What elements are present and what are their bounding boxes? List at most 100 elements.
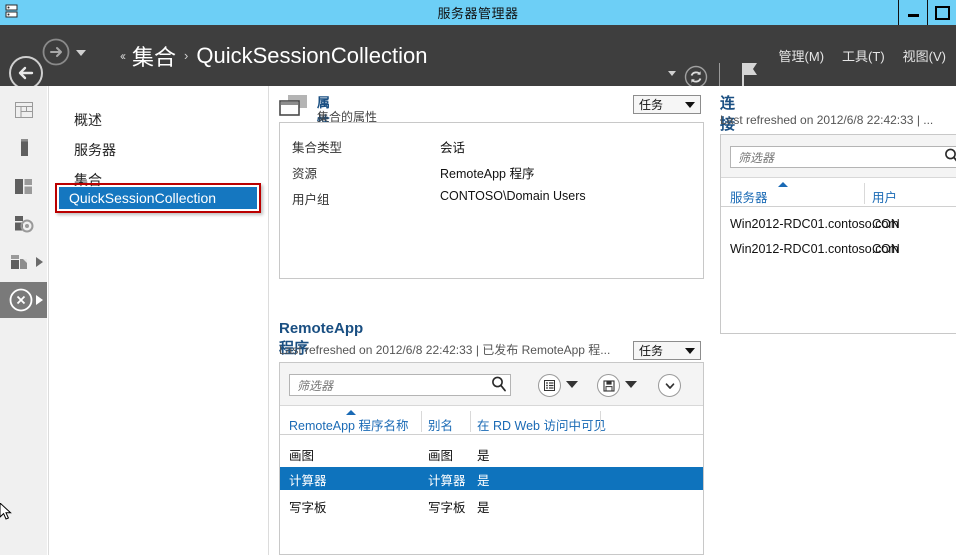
- header-bar: ‹‹ 集合 › QuickSessionCollection 管理(M) 工具(…: [0, 25, 956, 90]
- cell-alias: 计算器: [428, 474, 466, 488]
- connections-column-server[interactable]: 服务器: [730, 187, 768, 206]
- rail-item-remote-desktop-services[interactable]: [0, 282, 47, 318]
- properties-box: 集合类型 会话 资源 RemoteApp 程序 用户组 CONTOSO\Doma…: [279, 122, 704, 279]
- breadcrumb: ‹‹ 集合 › QuickSessionCollection: [120, 25, 427, 86]
- icon-rail: [0, 86, 47, 555]
- remoteapp-column-name[interactable]: RemoteApp 程序名称: [289, 415, 408, 434]
- column-separator-2[interactable]: [470, 411, 471, 432]
- collections-expand-icon[interactable]: [36, 257, 43, 267]
- remoteapp-box: 筛选器 RemoteApp 程序名称 别名 在 RD Web 访问中可见 画图 …: [279, 362, 704, 555]
- column-separator-1[interactable]: [421, 411, 422, 432]
- property-label-resource: 资源: [292, 167, 318, 181]
- remoteapp-sort-ascending-icon: [346, 410, 356, 415]
- remoteapp-header-underline: [280, 434, 703, 435]
- breadcrumb-overflow-icon[interactable]: ‹‹: [120, 49, 126, 63]
- minimize-button[interactable]: [898, 0, 927, 25]
- minimize-icon: [907, 14, 919, 17]
- content-area: 属性 集合的属性 任务 集合类型 会话 资源 RemoteApp 程序 用户组 …: [269, 86, 956, 555]
- properties-icon: [279, 94, 309, 125]
- table-row[interactable]: Win2012-RDC01.contoso.com CON: [721, 214, 956, 236]
- breadcrumb-item-current[interactable]: QuickSessionCollection: [196, 43, 427, 69]
- breadcrumb-separator-icon: ›: [184, 48, 189, 63]
- maximize-button[interactable]: [927, 0, 956, 25]
- remoteapp-tasks-button[interactable]: 任务: [633, 341, 701, 360]
- rail-item-collections[interactable]: [0, 244, 47, 280]
- remoteapp-save-query-button[interactable]: [597, 374, 620, 397]
- breadcrumb-item-collections[interactable]: 集合: [132, 40, 176, 72]
- connections-filter-input[interactable]: 筛选器: [730, 146, 956, 168]
- properties-tasks-button[interactable]: 任务: [633, 95, 701, 114]
- local-server-icon: [20, 139, 28, 156]
- column-separator-3[interactable]: [600, 411, 601, 432]
- remoteapp-column-alias[interactable]: 别名: [428, 415, 453, 434]
- nav-item-servers[interactable]: 服务器: [74, 140, 116, 160]
- table-row[interactable]: 写字板 写字板 是: [280, 494, 703, 516]
- window-controls: [898, 0, 956, 25]
- remoteapp-query-filter-caret-icon[interactable]: [566, 381, 578, 388]
- all-servers-icon: [14, 179, 32, 194]
- table-row[interactable]: 计算器 计算器 是: [280, 467, 703, 490]
- properties-tasks-label: 任务: [639, 98, 664, 112]
- cell-visible: 是: [477, 474, 490, 488]
- rail-item-all-servers[interactable]: [0, 168, 47, 204]
- property-label-collection-type: 集合类型: [292, 141, 343, 155]
- rail-item-dashboard[interactable]: [0, 92, 47, 128]
- connections-header-underline: [721, 206, 956, 207]
- connections-column-user[interactable]: 用户: [872, 187, 897, 206]
- table-row[interactable]: Win2012-RDC01.contoso.com CON: [721, 239, 956, 261]
- table-row[interactable]: 画图 画图 是: [280, 442, 703, 464]
- breadcrumb-more-icon[interactable]: [668, 71, 676, 76]
- cell-alias: 写字板: [428, 501, 466, 515]
- remote-desktop-expand-icon[interactable]: [36, 295, 43, 305]
- cell-name: 画图: [289, 449, 315, 463]
- connections-column-separator-1[interactable]: [864, 183, 865, 204]
- menu-manage[interactable]: 管理(M): [779, 46, 825, 65]
- remoteapp-column-rdweb-visible[interactable]: 在 RD Web 访问中可见: [477, 415, 606, 434]
- collections-icon: [11, 255, 27, 269]
- menu-view[interactable]: 视图(V): [903, 46, 946, 65]
- cell-alias: 画图: [428, 449, 454, 463]
- connections-search-icon[interactable]: [943, 147, 956, 170]
- connections-filter-placeholder: 筛选器: [738, 150, 775, 165]
- menu-tools[interactable]: 工具(T): [842, 46, 885, 65]
- cell-user: CON: [872, 242, 900, 256]
- remoteapp-panel-subtitle: Last refreshed on 2012/6/8 22:42:33 | 已发…: [279, 343, 611, 357]
- dashboard-icon: [14, 102, 33, 118]
- property-value-resource: RemoteApp 程序: [440, 167, 535, 181]
- nav-item-overview[interactable]: 概述: [74, 110, 102, 130]
- connections-box: 筛选器 服务器 用户 Win2012-RDC01.contoso.com CON…: [720, 134, 956, 334]
- remoteapp-filter-input[interactable]: 筛选器: [289, 374, 511, 396]
- history-dropdown-icon[interactable]: [76, 50, 86, 56]
- cell-user: CON: [872, 217, 900, 231]
- cell-name: 计算器: [289, 474, 327, 488]
- rail-item-local-server[interactable]: [0, 130, 47, 166]
- connections-sort-ascending-icon: [778, 182, 788, 187]
- mouse-cursor: [0, 502, 14, 523]
- file-services-icon: [14, 216, 33, 233]
- app-icon: [2, 2, 22, 22]
- server-manager-window: 服务器管理器 ‹‹ 集合 › QuickSessionCollection 管理…: [0, 0, 956, 555]
- rail-item-file-storage-services[interactable]: [0, 206, 47, 242]
- remoteapp-expand-button[interactable]: [658, 374, 681, 397]
- cell-visible: 是: [477, 501, 490, 515]
- remoteapp-search-icon[interactable]: [490, 375, 508, 398]
- maximize-icon: [934, 5, 950, 20]
- header-menu-bar: 管理(M) 工具(T) 视图(V): [779, 25, 946, 86]
- property-value-user-group: CONTOSO\Domain Users: [440, 189, 586, 203]
- remoteapp-filter-placeholder: 筛选器: [297, 378, 334, 393]
- window-title: 服务器管理器: [437, 6, 519, 21]
- forward-button[interactable]: [42, 38, 70, 66]
- cell-visible: 是: [477, 449, 490, 463]
- cell-name: 写字板: [289, 501, 327, 515]
- remote-desktop-icon: [9, 288, 33, 312]
- remoteapp-save-query-caret-icon[interactable]: [625, 381, 637, 388]
- notifications-flag-icon[interactable]: [740, 61, 760, 89]
- nav-selected-wrapper: QuickSessionCollection: [55, 183, 261, 213]
- list-filter-icon: [544, 380, 555, 391]
- highlight-box: [55, 183, 261, 213]
- remoteapp-query-filter-button[interactable]: [538, 374, 561, 397]
- connections-panel-subtitle: Last refreshed on 2012/6/8 22:42:33 | ..…: [720, 113, 934, 127]
- chevron-down-icon: [665, 382, 674, 389]
- navigation-list: 概述 服务器 集合 QuickSessionCollection: [50, 86, 268, 555]
- properties-tasks-caret-icon: [685, 101, 695, 108]
